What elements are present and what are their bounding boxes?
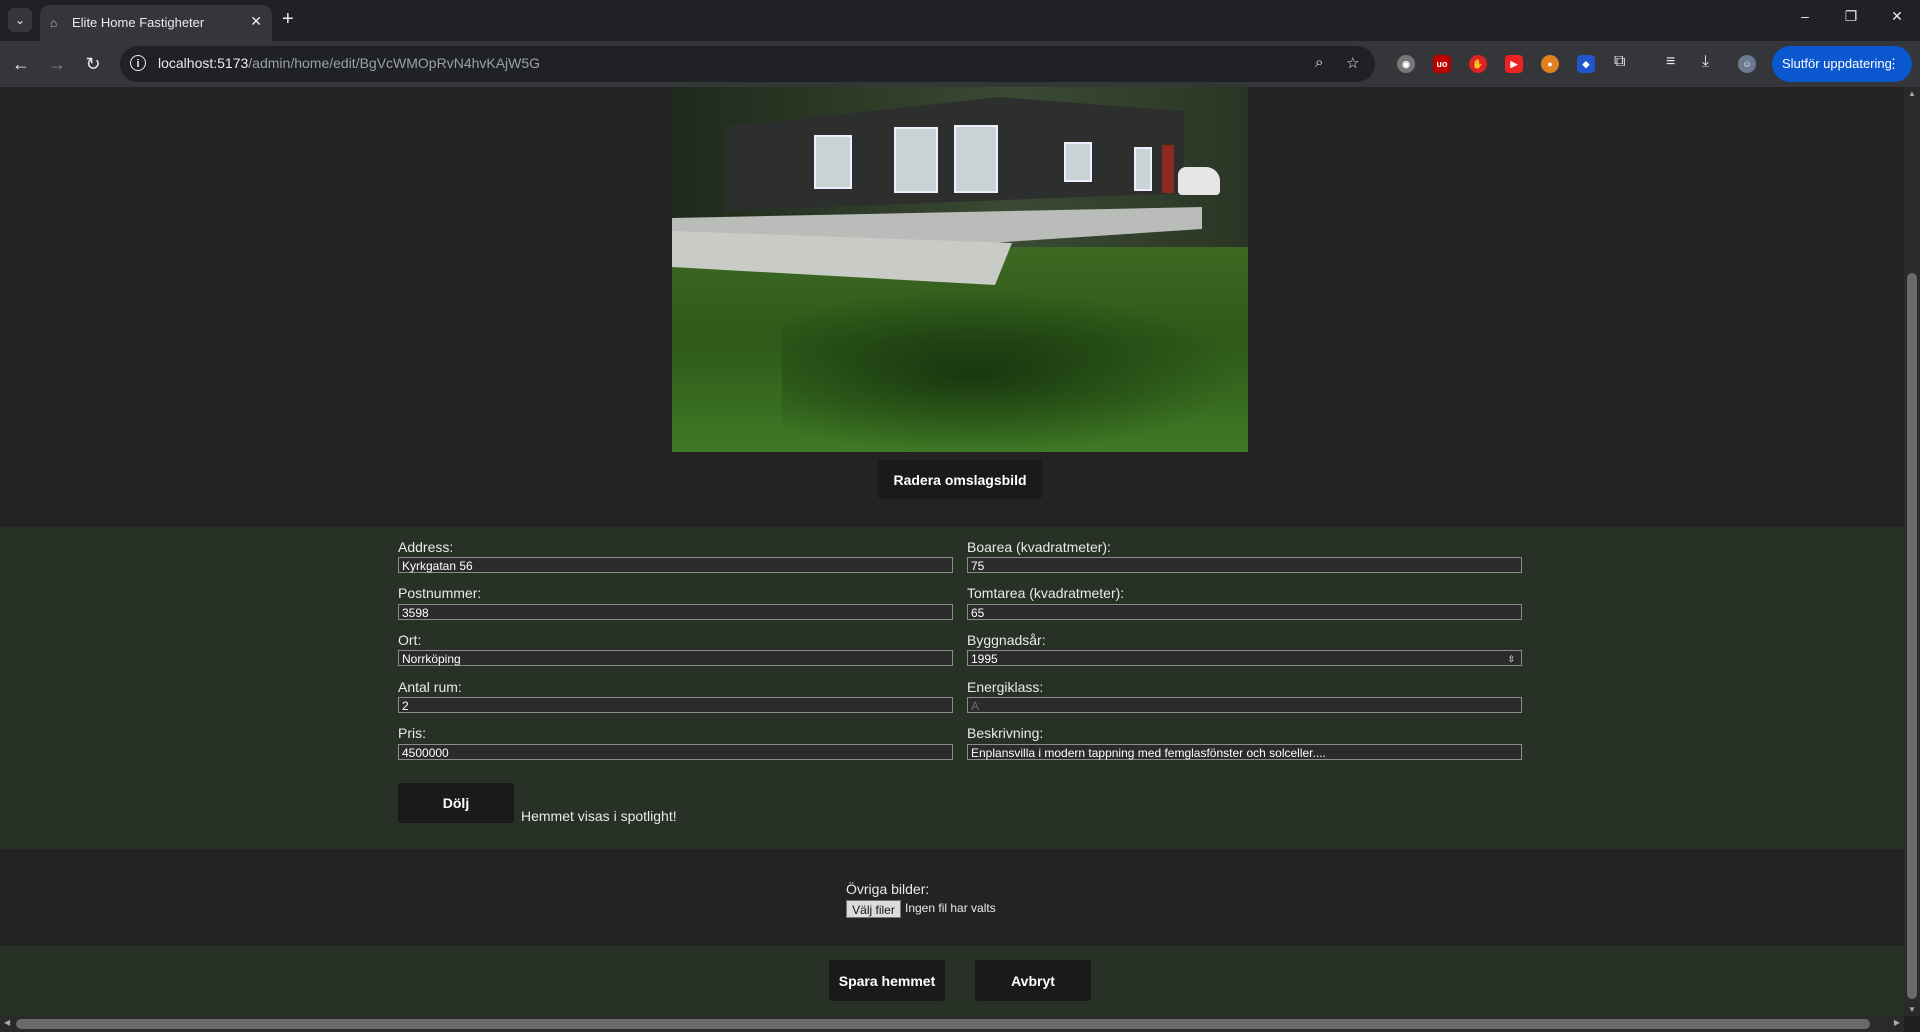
byggnadsar-value: 1995 — [971, 652, 998, 666]
ort-label: Ort: — [398, 632, 422, 648]
byggnadsar-select[interactable]: 1995 ⇳ — [967, 650, 1522, 666]
extensions-puzzle-icon[interactable]: ⧉ — [1614, 53, 1625, 71]
spotlight-status-text: Hemmet visas i spotlight! — [521, 808, 677, 824]
new-tab-plus-icon[interactable]: + — [282, 8, 294, 30]
download-icon[interactable]: ⤓ — [1702, 53, 1709, 71]
update-label: Slutför uppdatering — [1782, 56, 1892, 71]
extension-honey-icon[interactable]: ● — [1541, 55, 1559, 73]
scroll-up-arrow-icon[interactable]: ▲ — [1904, 89, 1920, 98]
extension-ublock-icon[interactable]: uo — [1433, 55, 1451, 73]
restore-icon[interactable]: ❐ — [1836, 8, 1866, 25]
bookmark-star-icon[interactable]: ☆ — [1346, 54, 1359, 72]
tomtarea-label: Tomtarea (kvadratmeter): — [967, 585, 1125, 601]
horizontal-scrollbar[interactable]: ◀ ▶ — [0, 1016, 1904, 1032]
vertical-scroll-thumb[interactable] — [1907, 273, 1917, 999]
ort-input[interactable]: Norrköping — [398, 650, 953, 666]
byggnadsar-label: Byggnadsår: — [967, 632, 1046, 648]
favicon-icon: ⌂ — [50, 16, 58, 30]
browser-tab[interactable]: ⌂ Elite Home Fastigheter ✕ — [40, 5, 272, 41]
back-arrow-icon[interactable]: ← — [10, 53, 32, 75]
tab-search-chevron-icon[interactable]: ⌄ — [8, 8, 32, 32]
postnummer-label: Postnummer: — [398, 585, 482, 601]
reload-icon[interactable]: ↻ — [82, 53, 104, 75]
extension-shield-icon[interactable]: ◆ — [1577, 55, 1595, 73]
tab-close-icon[interactable]: ✕ — [250, 13, 262, 30]
scroll-down-arrow-icon[interactable]: ▼ — [1904, 1005, 1920, 1014]
choose-files-button[interactable]: Välj filer — [846, 900, 901, 918]
extension-hand-icon[interactable]: ✋ — [1469, 55, 1487, 73]
scrollbar-corner — [1904, 1016, 1920, 1032]
update-button[interactable]: Slutför uppdatering ⋮ — [1772, 46, 1912, 82]
scroll-left-arrow-icon[interactable]: ◀ — [4, 1018, 10, 1027]
window-close-icon[interactable]: ✕ — [1882, 8, 1912, 25]
zoom-magnifier-icon[interactable]: ⌕ — [1315, 54, 1323, 71]
extension-owl-icon[interactable]: ◉ — [1397, 55, 1415, 73]
browser-toolbar: ← → ↻ i localhost:5173/admin/home/edit/B… — [0, 41, 1920, 87]
tomtarea-input[interactable]: 65 — [967, 604, 1522, 620]
address-label: Address: — [398, 539, 454, 555]
energiklass-input[interactable]: A — [967, 697, 1522, 713]
antal-rum-input[interactable]: 2 — [398, 697, 953, 713]
boarea-label: Boarea (kvadratmeter): — [967, 539, 1111, 555]
no-file-text: Ingen fil har valts — [905, 901, 996, 915]
hide-spotlight-button[interactable]: Dölj — [398, 783, 514, 823]
energiklass-label: Energiklass: — [967, 679, 1044, 695]
horizontal-scroll-thumb[interactable] — [16, 1019, 1870, 1029]
extension-youtube-icon[interactable]: ▶ — [1505, 55, 1523, 73]
tab-title: Elite Home Fastigheter — [72, 15, 205, 30]
home-form: Address: Kyrkgatan 56 Postnummer: 3598 O… — [0, 527, 1904, 849]
profile-avatar-icon[interactable]: ☺ — [1738, 55, 1756, 73]
beskrivning-input[interactable]: Enplansvilla i modern tappning med femgl… — [967, 744, 1522, 760]
forward-arrow-icon[interactable]: → — [46, 53, 68, 75]
boarea-input[interactable]: 75 — [967, 557, 1522, 573]
address-bar[interactable]: i localhost:5173/admin/home/edit/BgVcWMO… — [120, 46, 1375, 82]
browser-tab-bar: ⌄ ⌂ Elite Home Fastigheter ✕ + – ❐ ✕ — [0, 0, 1920, 41]
scroll-right-arrow-icon[interactable]: ▶ — [1894, 1018, 1900, 1027]
postnummer-input[interactable]: 3598 — [398, 604, 953, 620]
other-images-label: Övriga bilder: — [846, 881, 930, 897]
page-viewport: Radera omslagsbild Address: Kyrkgatan 56… — [0, 87, 1904, 1016]
save-home-button[interactable]: Spara hemmet — [829, 960, 945, 1001]
files-section: Övriga bilder: — [0, 849, 1904, 946]
beskrivning-label: Beskrivning: — [967, 725, 1044, 741]
vertical-scrollbar[interactable]: ▲ ▼ — [1904, 87, 1920, 1016]
cover-section: Radera omslagsbild — [0, 87, 1904, 527]
actions-section: Spara hemmet Avbryt — [0, 946, 1904, 1016]
cancel-button[interactable]: Avbryt — [975, 960, 1091, 1001]
antal-rum-label: Antal rum: — [398, 679, 462, 695]
menu-dots-icon[interactable]: ⋮ — [1887, 46, 1900, 82]
media-control-icon[interactable]: ≡ — [1666, 53, 1675, 71]
cover-image — [672, 87, 1248, 452]
address-input[interactable]: Kyrkgatan 56 — [398, 557, 953, 573]
delete-cover-button[interactable]: Radera omslagsbild — [878, 460, 1042, 499]
pris-input[interactable]: 4500000 — [398, 744, 953, 760]
minimize-icon[interactable]: – — [1790, 8, 1820, 24]
spinner-arrows-icon[interactable]: ⇳ — [1507, 651, 1515, 667]
pris-label: Pris: — [398, 725, 426, 741]
site-info-icon[interactable]: i — [130, 55, 146, 71]
url-text[interactable]: localhost:5173/admin/home/edit/BgVcWMOpR… — [158, 55, 540, 71]
